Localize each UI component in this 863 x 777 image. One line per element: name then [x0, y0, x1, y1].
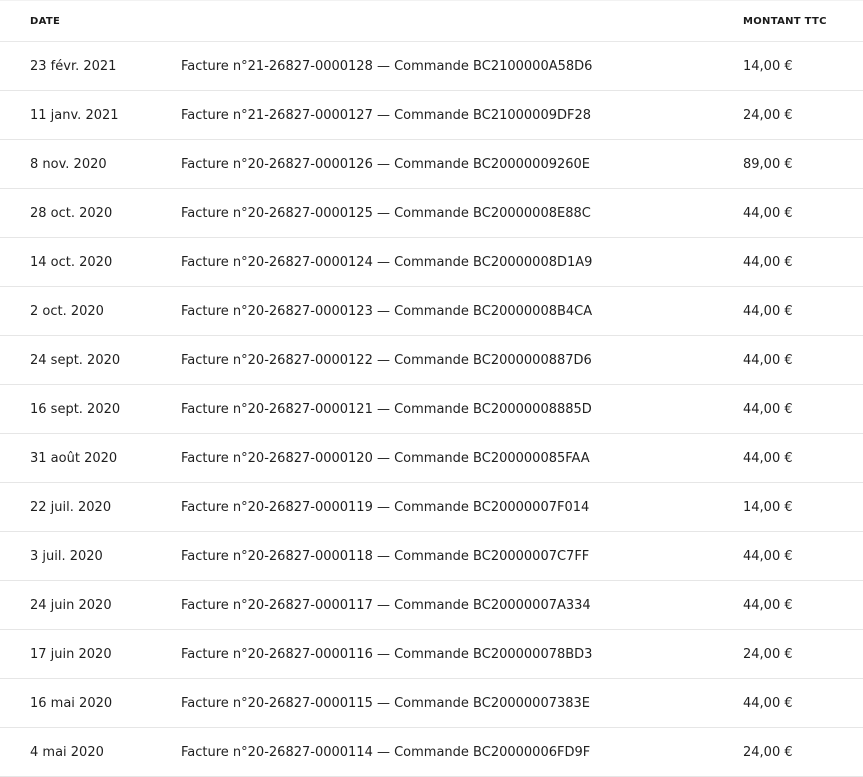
invoice-table: DATE MONTANT TTC 23 févr. 2021 Facture n… [0, 0, 863, 777]
row-description[interactable]: Facture n°20-26827-0000124 — Commande BC… [152, 237, 713, 287]
row-amount: 24,00 € [713, 727, 863, 777]
row-amount: 44,00 € [713, 188, 863, 238]
row-amount: 14,00 € [713, 41, 863, 91]
row-description[interactable]: Facture n°20-26827-0000114 — Commande BC… [152, 727, 713, 777]
row-date: 16 mai 2020 [0, 678, 152, 728]
table-row[interactable]: 28 oct. 2020 Facture n°20-26827-0000125 … [0, 188, 863, 238]
row-description[interactable]: Facture n°20-26827-0000115 — Commande BC… [152, 678, 713, 728]
column-header-description [152, 0, 713, 42]
row-description[interactable]: Facture n°21-26827-0000128 — Commande BC… [152, 41, 713, 91]
row-date: 8 nov. 2020 [0, 139, 152, 189]
row-description[interactable]: Facture n°20-26827-0000120 — Commande BC… [152, 433, 713, 483]
column-header-date: DATE [0, 0, 152, 42]
table-row[interactable]: 11 janv. 2021 Facture n°21-26827-0000127… [0, 90, 863, 140]
table-row[interactable]: 24 juin 2020 Facture n°20-26827-0000117 … [0, 580, 863, 630]
row-description[interactable]: Facture n°20-26827-0000121 — Commande BC… [152, 384, 713, 434]
row-date: 3 juil. 2020 [0, 531, 152, 581]
row-amount: 44,00 € [713, 335, 863, 385]
row-description[interactable]: Facture n°20-26827-0000125 — Commande BC… [152, 188, 713, 238]
row-description[interactable]: Facture n°20-26827-0000123 — Commande BC… [152, 286, 713, 336]
row-amount: 44,00 € [713, 678, 863, 728]
row-date: 24 juin 2020 [0, 580, 152, 630]
row-amount: 44,00 € [713, 580, 863, 630]
row-date: 4 mai 2020 [0, 727, 152, 777]
row-amount: 24,00 € [713, 629, 863, 679]
table-header-row: DATE MONTANT TTC [0, 0, 863, 42]
row-amount: 89,00 € [713, 139, 863, 189]
row-description[interactable]: Facture n°21-26827-0000127 — Commande BC… [152, 90, 713, 140]
table-row[interactable]: 2 oct. 2020 Facture n°20-26827-0000123 —… [0, 286, 863, 336]
table-row[interactable]: 31 août 2020 Facture n°20-26827-0000120 … [0, 433, 863, 483]
row-date: 16 sept. 2020 [0, 384, 152, 434]
row-date: 17 juin 2020 [0, 629, 152, 679]
table-body: 23 févr. 2021 Facture n°21-26827-0000128… [0, 41, 863, 777]
table-row[interactable]: 3 juil. 2020 Facture n°20-26827-0000118 … [0, 531, 863, 581]
table-row[interactable]: 17 juin 2020 Facture n°20-26827-0000116 … [0, 629, 863, 679]
row-date: 11 janv. 2021 [0, 90, 152, 140]
table-row[interactable]: 8 nov. 2020 Facture n°20-26827-0000126 —… [0, 139, 863, 189]
table-row[interactable]: 16 mai 2020 Facture n°20-26827-0000115 —… [0, 678, 863, 728]
row-description[interactable]: Facture n°20-26827-0000117 — Commande BC… [152, 580, 713, 630]
row-date: 2 oct. 2020 [0, 286, 152, 336]
table-row[interactable]: 16 sept. 2020 Facture n°20-26827-0000121… [0, 384, 863, 434]
row-date: 14 oct. 2020 [0, 237, 152, 287]
table-row[interactable]: 24 sept. 2020 Facture n°20-26827-0000122… [0, 335, 863, 385]
row-description[interactable]: Facture n°20-26827-0000116 — Commande BC… [152, 629, 713, 679]
table-row[interactable]: 22 juil. 2020 Facture n°20-26827-0000119… [0, 482, 863, 532]
row-amount: 44,00 € [713, 531, 863, 581]
table-header: DATE MONTANT TTC [0, 0, 863, 42]
row-date: 22 juil. 2020 [0, 482, 152, 532]
row-amount: 44,00 € [713, 433, 863, 483]
row-amount: 44,00 € [713, 384, 863, 434]
table-row[interactable]: 14 oct. 2020 Facture n°20-26827-0000124 … [0, 237, 863, 287]
row-date: 31 août 2020 [0, 433, 152, 483]
row-description[interactable]: Facture n°20-26827-0000118 — Commande BC… [152, 531, 713, 581]
row-amount: 24,00 € [713, 90, 863, 140]
row-date: 28 oct. 2020 [0, 188, 152, 238]
row-description[interactable]: Facture n°20-26827-0000126 — Commande BC… [152, 139, 713, 189]
row-amount: 44,00 € [713, 286, 863, 336]
row-date: 23 févr. 2021 [0, 41, 152, 91]
row-amount: 14,00 € [713, 482, 863, 532]
row-date: 24 sept. 2020 [0, 335, 152, 385]
column-header-amount: MONTANT TTC [713, 0, 863, 42]
row-amount: 44,00 € [713, 237, 863, 287]
row-description[interactable]: Facture n°20-26827-0000119 — Commande BC… [152, 482, 713, 532]
row-description[interactable]: Facture n°20-26827-0000122 — Commande BC… [152, 335, 713, 385]
table-row[interactable]: 23 févr. 2021 Facture n°21-26827-0000128… [0, 41, 863, 91]
table-row[interactable]: 4 mai 2020 Facture n°20-26827-0000114 — … [0, 727, 863, 777]
